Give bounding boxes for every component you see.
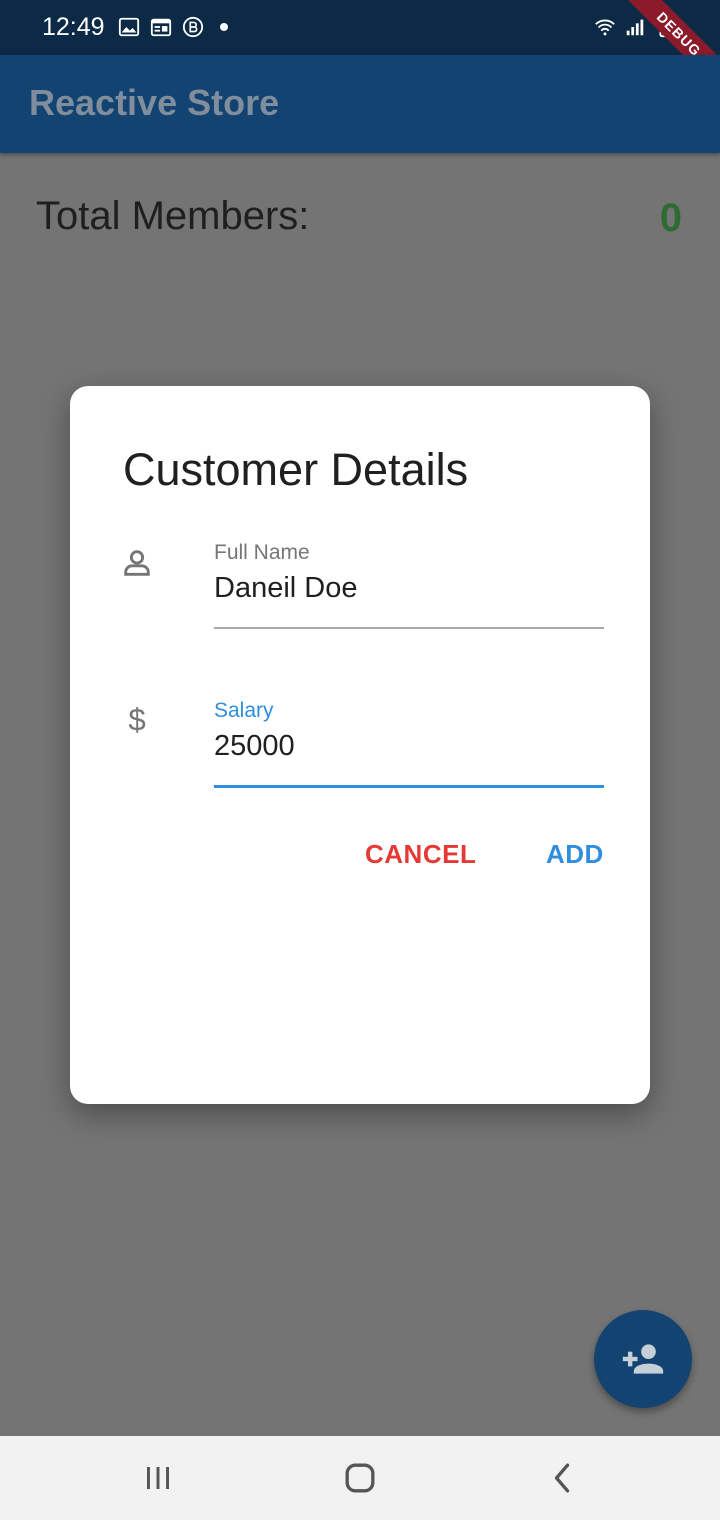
wifi-icon [595, 19, 615, 36]
notification-dot [220, 23, 228, 31]
full-name-underline [214, 627, 604, 629]
total-members-count: 0 [659, 196, 682, 240]
recent-apps-icon[interactable] [136, 1456, 180, 1500]
status-icons-left [118, 16, 228, 38]
salary-field[interactable]: Salary 25000 [214, 698, 604, 790]
b-badge-icon [182, 16, 204, 38]
dialog-title: Customer Details [123, 444, 469, 495]
salary-label: Salary [214, 699, 274, 722]
image-icon [118, 17, 140, 37]
customer-details-dialog: Customer Details Full Name Daneil Doe $ … [70, 386, 650, 1104]
home-icon[interactable] [338, 1456, 382, 1500]
dollar-icon: $ [128, 702, 145, 736]
svg-text:$: $ [128, 702, 145, 736]
back-icon[interactable] [540, 1456, 584, 1500]
person-icon [124, 550, 150, 576]
cancel-button[interactable]: CANCEL [365, 838, 476, 870]
add-member-fab[interactable] [594, 1310, 692, 1408]
status-bar: 12:49 DEBUG [0, 0, 720, 103]
full-name-field[interactable]: Full Name Daneil Doe [214, 540, 604, 630]
signal-icon [626, 19, 644, 36]
app-title: Reactive Store [29, 82, 280, 123]
status-time: 12:49 [42, 13, 105, 41]
salary-value[interactable]: 25000 [214, 728, 604, 764]
navigation-bar [0, 1436, 720, 1520]
salary-underline [214, 785, 604, 788]
full-name-value[interactable]: Daneil Doe [214, 570, 604, 606]
full-name-label: Full Name [214, 541, 310, 564]
app-bar: Reactive Store [0, 55, 720, 153]
add-button[interactable]: ADD [546, 838, 604, 870]
calendar-icon [150, 18, 172, 37]
person-add-icon [622, 1344, 664, 1374]
total-members-label: Total Members: [36, 194, 310, 238]
